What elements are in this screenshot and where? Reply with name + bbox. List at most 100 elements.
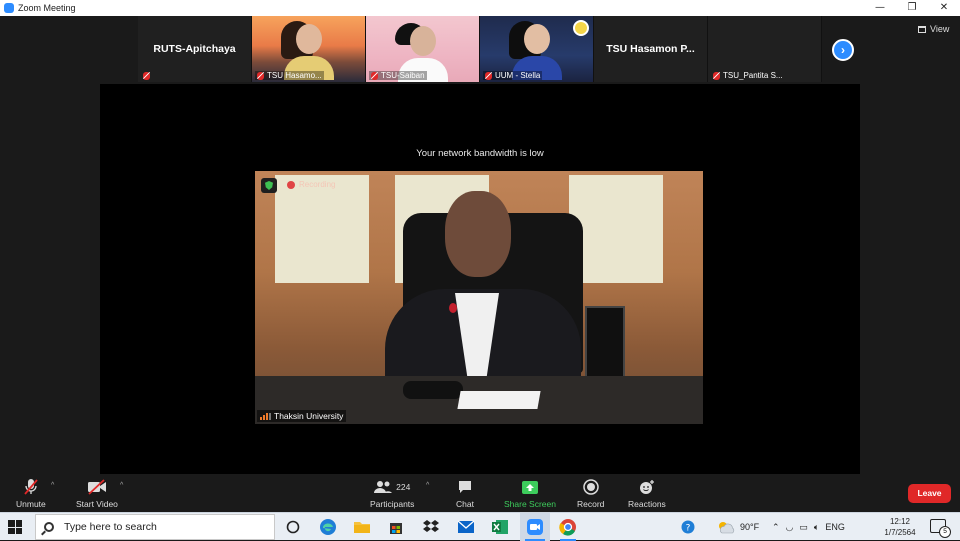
speaker-label: Thaksin University: [257, 410, 347, 422]
participant-name: UUM - Stella: [495, 71, 541, 80]
excel-icon[interactable]: [490, 517, 510, 537]
start-video-button[interactable]: Start Video: [76, 478, 118, 509]
mic-muted-icon: [143, 72, 150, 80]
unmute-button[interactable]: Unmute: [16, 478, 46, 509]
share-screen-label: Share Screen: [504, 499, 556, 509]
show-hidden-icons-icon[interactable]: ⌃: [772, 522, 780, 533]
participants-icon: [374, 481, 393, 493]
chat-icon: [458, 481, 471, 493]
window-title: Zoom Meeting: [18, 3, 76, 13]
notifications-icon[interactable]: [930, 519, 951, 538]
university-logo-icon: [573, 20, 589, 36]
participants-button[interactable]: 224 Participants: [370, 478, 414, 509]
paper: [457, 391, 541, 409]
participants-label: Participants: [370, 499, 415, 509]
audio-options-caret[interactable]: ^: [51, 482, 54, 489]
participant-label: UUM - Stella: [483, 71, 543, 80]
speaker-name: Thaksin University: [274, 411, 344, 421]
input-language[interactable]: ENG: [825, 522, 845, 532]
system-tray: ⌃ ◡ ▭ 🔈︎ ENG: [772, 513, 845, 541]
participant-tile[interactable]: TSU Hasamon P...: [594, 16, 708, 82]
leave-button[interactable]: Leave: [908, 484, 951, 503]
taskbar-clock[interactable]: 12:12 1/7/2564: [876, 516, 924, 538]
participants-options-caret[interactable]: ^: [426, 482, 429, 489]
restore-button[interactable]: ❐: [896, 0, 928, 16]
view-label: View: [930, 24, 950, 34]
cortana-icon[interactable]: [283, 517, 303, 537]
participant-tile[interactable]: RUTS-Apitchaya: [138, 16, 252, 82]
conference-phone: [403, 381, 463, 399]
participant-name: TSU Hasamo...: [267, 71, 322, 80]
security-shield-icon[interactable]: [261, 178, 277, 193]
share-screen-icon: [521, 480, 538, 494]
microphone: [449, 303, 457, 313]
meeting-toolbar: Unmute ^ Start Video ^ 224 Participants …: [0, 474, 960, 512]
window-titlebar: Zoom Meeting — ❐ ✕: [0, 0, 960, 16]
wall-panel: [275, 175, 369, 283]
share-screen-button[interactable]: Share Screen: [504, 478, 556, 509]
close-button[interactable]: ✕: [928, 0, 960, 16]
taskbar-search-box[interactable]: [35, 514, 275, 540]
video-off-icon: [87, 479, 106, 495]
chat-label: Chat: [456, 499, 474, 509]
speaker-face: [445, 191, 511, 277]
weather-temperature: 90°F: [740, 522, 760, 532]
participant-tile[interactable]: UUM - Stella: [480, 16, 594, 82]
clock-date: 1/7/2564: [884, 528, 916, 537]
wifi-network-icon[interactable]: ◡: [786, 522, 794, 533]
active-speaker-stage: Your network bandwidth is low Recording: [100, 84, 860, 474]
record-icon: [582, 479, 599, 495]
bandwidth-warning: Your network bandwidth is low: [416, 148, 544, 159]
weather-partly-cloudy-icon: [719, 522, 735, 534]
zoom-taskbar-icon[interactable]: [525, 517, 545, 537]
video-options-caret[interactable]: ^: [120, 482, 123, 489]
record-button[interactable]: Record: [577, 478, 604, 509]
minimize-button[interactable]: —: [864, 0, 896, 16]
meeting-area: RUTS-Apitchaya TSU Hasamo... TSU-Saiban …: [0, 16, 960, 474]
reactions-label: Reactions: [628, 499, 666, 509]
reactions-button[interactable]: Reactions: [628, 478, 666, 509]
participant-name: TSU_Pantita S...: [723, 71, 783, 80]
participant-label: TSU Hasamo...: [255, 71, 324, 80]
speaker-video[interactable]: Recording Thaksin University: [255, 171, 703, 424]
record-label: Record: [577, 499, 605, 509]
view-button[interactable]: View: [918, 24, 949, 34]
start-video-label: Start Video: [76, 499, 118, 509]
participant-tile[interactable]: TSU_Pantita S...: [708, 16, 822, 82]
windows-start-icon[interactable]: [8, 520, 22, 534]
battery-icon[interactable]: ▭: [799, 522, 808, 533]
participant-tile[interactable]: TSU-Saiban: [366, 16, 480, 82]
volume-icon[interactable]: 🔈︎: [814, 522, 819, 533]
participant-name: RUTS-Apitchaya: [153, 43, 236, 55]
window-controls: — ❐ ✕: [864, 0, 960, 16]
mic-muted-icon: [371, 71, 378, 80]
dropbox-icon[interactable]: [421, 517, 441, 537]
participants-count: 224: [396, 482, 411, 492]
mail-icon[interactable]: [456, 517, 476, 537]
participant-name: TSU-Saiban: [381, 71, 425, 80]
mic-muted-icon: [257, 71, 264, 80]
recording-label: Recording: [299, 180, 336, 189]
chrome-icon[interactable]: [558, 517, 578, 541]
unmute-label: Unmute: [16, 499, 46, 509]
signal-strength-icon: [260, 412, 271, 420]
edge-browser-icon[interactable]: [318, 517, 338, 537]
recording-dot-icon: [287, 180, 295, 189]
mic-muted-icon: [485, 71, 492, 80]
taskbar-search-input[interactable]: [64, 521, 264, 533]
help-icon[interactable]: ?: [678, 517, 698, 537]
mic-muted-icon: [24, 479, 38, 495]
file-explorer-icon[interactable]: [352, 517, 372, 537]
muted-indicator: [141, 72, 152, 80]
grid-view-icon: [918, 25, 926, 33]
participant-tile[interactable]: TSU Hasamo...: [252, 16, 366, 82]
participant-name: TSU Hasamon P...: [606, 43, 695, 55]
gallery-strip: RUTS-Apitchaya TSU Hasamo... TSU-Saiban …: [138, 16, 822, 82]
store-icon[interactable]: [386, 517, 406, 537]
wall-panel: [569, 175, 663, 283]
search-icon: [44, 522, 54, 532]
chat-button[interactable]: Chat: [456, 478, 474, 509]
svg-text:?: ?: [686, 524, 691, 534]
weather-widget[interactable]: 90°F: [716, 513, 759, 541]
next-page-button[interactable]: ›: [832, 39, 854, 61]
